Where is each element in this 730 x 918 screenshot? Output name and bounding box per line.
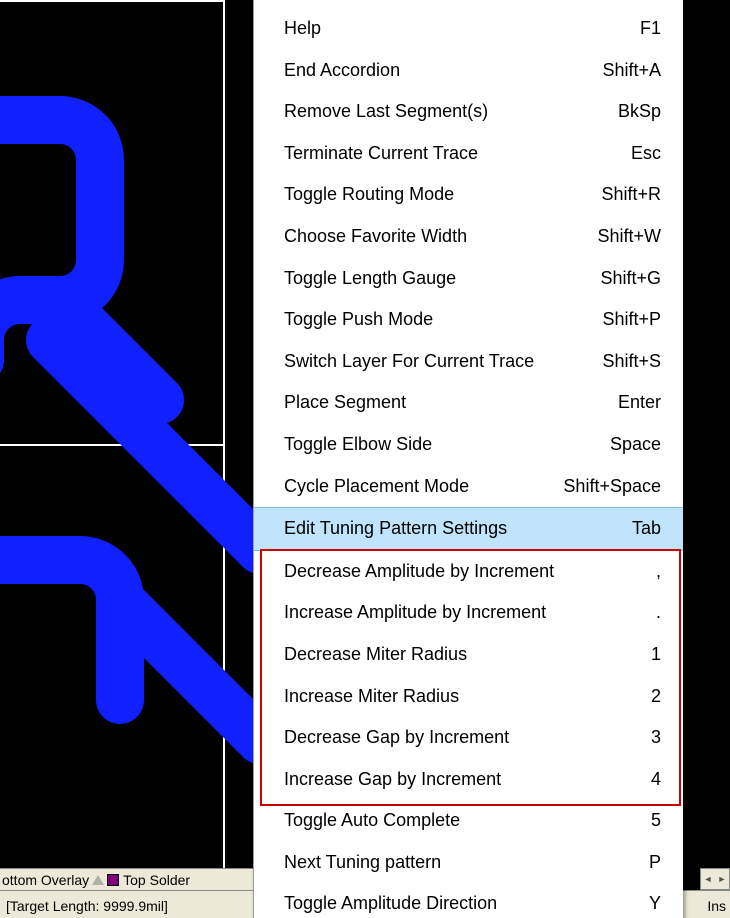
menu-item-next-tuning-pattern[interactable]: Next Tuning pattern P — [254, 842, 683, 884]
menu-item-label: Toggle Routing Mode — [284, 184, 583, 206]
menu-item-decrease-gap-by-increment[interactable]: Decrease Gap by Increment 3 — [254, 717, 683, 759]
menu-item-shortcut: Shift+W — [597, 226, 661, 248]
menu-item-shortcut: P — [649, 852, 661, 874]
menu-item-shortcut: Tab — [632, 518, 661, 540]
menu-item-shortcut: Space — [610, 434, 661, 456]
menu-item-label: Choose Favorite Width — [284, 226, 579, 248]
status-ins: Ins — [707, 898, 726, 914]
menu-item-decrease-amplitude-by-increment[interactable]: Decrease Amplitude by Increment, — [254, 551, 683, 593]
menu-item-switch-layer-for-current-trace[interactable]: Switch Layer For Current Trace Shift+S — [254, 341, 683, 383]
scroll-right-icon[interactable]: ► — [718, 874, 727, 884]
scroll-arrows[interactable]: ◄ ► — [700, 868, 730, 890]
menu-item-label: Place Segment — [284, 392, 600, 414]
menu-item-shortcut: Shift+P — [602, 309, 661, 331]
menu-item-label: Decrease Amplitude by Increment — [284, 561, 638, 583]
menu-item-label: Help — [284, 18, 622, 40]
tab-separator — [92, 875, 104, 885]
menu-item-label: Remove Last Segment(s) — [284, 101, 600, 123]
menu-item-shortcut: 1 — [651, 644, 661, 666]
menu-item-label: Decrease Miter Radius — [284, 644, 633, 666]
menu-item-toggle-amplitude-direction[interactable]: Toggle Amplitude Direction Y — [254, 883, 683, 918]
menu-item-label: Toggle Amplitude Direction — [284, 893, 631, 915]
menu-item-shortcut: Enter — [618, 392, 661, 414]
menu-item-toggle-auto-complete[interactable]: Toggle Auto Complete 5 — [254, 800, 683, 842]
menu-item-remove-last-segment-s[interactable]: Remove Last Segment(s) BkSp — [254, 91, 683, 133]
menu-item-label: Cycle Placement Mode — [284, 476, 545, 498]
menu-item-increase-amplitude-by-increment[interactable]: Increase Amplitude by Increment. — [254, 592, 683, 634]
menu-item-label: Decrease Gap by Increment — [284, 727, 633, 749]
menu-item-label: Edit Tuning Pattern Settings — [284, 518, 614, 540]
menu-item-toggle-elbow-side[interactable]: Toggle Elbow Side Space — [254, 424, 683, 466]
menu-item-shortcut: Y — [649, 893, 661, 915]
menu-item-place-segment[interactable]: Place Segment Enter — [254, 382, 683, 424]
menu-item-shortcut: Esc — [631, 143, 661, 165]
layer-tab-bottom-overlay[interactable]: ottom Overlay — [2, 872, 89, 888]
menu-item-decrease-miter-radius[interactable]: Decrease Miter Radius 1 — [254, 634, 683, 676]
menu-item-label: Increase Gap by Increment — [284, 769, 633, 791]
menu-item-toggle-length-gauge[interactable]: Toggle Length Gauge Shift+G — [254, 258, 683, 300]
menu-item-label: Next Tuning pattern — [284, 852, 631, 874]
menu-item-shortcut: 5 — [651, 810, 661, 832]
scroll-left-icon[interactable]: ◄ — [704, 874, 713, 884]
menu-item-shortcut: 4 — [651, 769, 661, 791]
menu-item-label: End Accordion — [284, 60, 584, 82]
menu-item-shortcut: Shift+A — [602, 60, 661, 82]
tuning-trace — [0, 0, 260, 880]
menu-item-shortcut: F1 — [640, 18, 661, 40]
menu-item-shortcut: Shift+S — [602, 351, 661, 373]
menu-item-label: Increase Amplitude by Increment — [284, 602, 638, 624]
layer-tab-top-solder[interactable]: Top Solder — [123, 872, 190, 888]
menu-item-toggle-push-mode[interactable]: Toggle Push Mode Shift+P — [254, 299, 683, 341]
menu-item-edit-tuning-pattern-settings[interactable]: Edit Tuning Pattern Settings Tab — [254, 507, 683, 551]
menu-item-help[interactable]: Help F1 — [254, 8, 683, 50]
menu-item-end-accordion[interactable]: End Accordion Shift+A — [254, 50, 683, 92]
layer-tabs[interactable]: ottom Overlay Top Solder — [0, 868, 255, 890]
status-target-length: [Target Length: 9999.9mil] — [6, 898, 168, 914]
menu-item-shortcut: Shift+R — [601, 184, 661, 206]
menu-item-increase-gap-by-increment[interactable]: Increase Gap by Increment 4 — [254, 759, 683, 801]
menu-item-shortcut: Shift+G — [600, 268, 661, 290]
menu-item-shortcut: , — [656, 561, 661, 583]
menu-item-label: Toggle Auto Complete — [284, 810, 633, 832]
menu-item-toggle-routing-mode[interactable]: Toggle Routing Mode Shift+R — [254, 174, 683, 216]
layer-swatch — [107, 874, 119, 886]
menu-item-choose-favorite-width[interactable]: Choose Favorite Width Shift+W — [254, 216, 683, 258]
menu-item-label: Toggle Length Gauge — [284, 268, 582, 290]
menu-item-label: Toggle Elbow Side — [284, 434, 592, 456]
menu-item-shortcut: 3 — [651, 727, 661, 749]
menu-item-shortcut: Shift+Space — [563, 476, 661, 498]
menu-item-label: Switch Layer For Current Trace — [284, 351, 584, 373]
menu-item-shortcut: 2 — [651, 686, 661, 708]
menu-item-shortcut: BkSp — [618, 101, 661, 123]
menu-item-terminate-current-trace[interactable]: Terminate Current Trace Esc — [254, 133, 683, 175]
menu-item-shortcut: . — [656, 602, 661, 624]
menu-item-label: Terminate Current Trace — [284, 143, 613, 165]
menu-item-label: Increase Miter Radius — [284, 686, 633, 708]
menu-item-increase-miter-radius[interactable]: Increase Miter Radius 2 — [254, 676, 683, 718]
menu-item-cycle-placement-mode[interactable]: Cycle Placement Mode Shift+Space — [254, 466, 683, 508]
menu-item-label: Toggle Push Mode — [284, 309, 584, 331]
context-menu: HelpF1End AccordionShift+ARemove Last Se… — [253, 0, 683, 918]
